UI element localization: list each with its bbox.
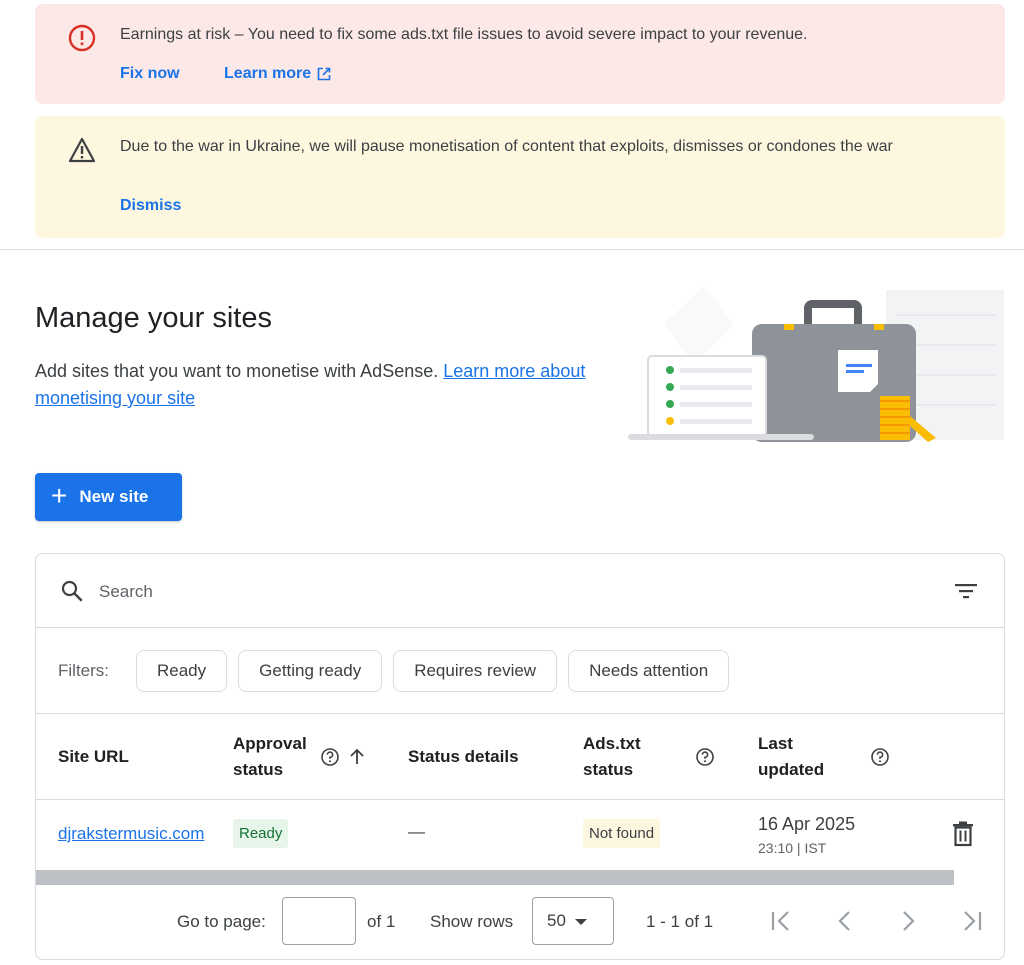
earnings-alert-banner: Earnings at risk – You need to fix some … — [35, 4, 1005, 104]
last-updated-date: 16 Apr 2025 — [758, 814, 856, 834]
site-url-link[interactable]: djrakstermusic.com — [58, 824, 213, 844]
search-input[interactable] — [99, 578, 799, 606]
filters-row: Filters: Ready Getting ready Requires re… — [36, 628, 1004, 714]
page-count-label: of 1 — [367, 912, 396, 931]
ukraine-warning-banner: Due to the war in Ukraine, we will pause… — [35, 116, 1005, 238]
last-page-icon[interactable] — [960, 909, 984, 933]
search-bar — [36, 554, 1004, 628]
ads-txt-help-icon[interactable] — [695, 747, 715, 767]
fix-now-link[interactable]: Fix now — [120, 65, 180, 83]
search-icon — [61, 580, 83, 602]
filter-chip-requires-review[interactable]: Requires review — [393, 650, 558, 692]
filter-chips: Ready Getting ready Requires review Need… — [136, 650, 730, 692]
dropdown-caret-icon — [575, 919, 587, 925]
column-ads-txt-line2: status — [583, 760, 634, 779]
learn-more-label: Learn more — [224, 65, 312, 82]
ads-txt-status-badge: Not found — [583, 819, 661, 848]
last-updated-help-icon[interactable] — [870, 747, 890, 767]
delete-trash-icon[interactable] — [952, 821, 974, 847]
plus-icon: + — [51, 479, 68, 511]
column-ads-txt-line1: Ads.txt — [583, 734, 641, 753]
learn-more-link[interactable]: Learn more — [224, 65, 331, 83]
column-last-updated[interactable]: Last updated — [758, 731, 824, 783]
status-details-value: — — [408, 822, 425, 841]
go-to-page-label: Go to page: — [177, 912, 266, 931]
column-approval-line1: Approval — [233, 734, 307, 753]
table-header: Site URL Approval status Status details … — [36, 714, 1004, 800]
rows-per-page-value: 50 — [547, 911, 566, 930]
sites-table-card: Filters: Ready Getting ready Requires re… — [35, 553, 1005, 960]
dismiss-link[interactable]: Dismiss — [120, 197, 181, 215]
new-site-label: New site — [79, 487, 149, 506]
show-rows-label: Show rows — [430, 912, 514, 931]
filter-chip-getting-ready[interactable]: Getting ready — [238, 650, 383, 692]
page-title: Manage your sites — [35, 302, 272, 334]
approval-status-badge: Ready — [233, 819, 289, 848]
external-link-icon — [317, 67, 331, 81]
column-updated-line2: updated — [758, 760, 825, 779]
column-updated-line1: Last — [758, 734, 793, 753]
page-range-label: 1 - 1 of 1 — [646, 912, 714, 931]
rows-per-page-select[interactable]: 50 — [532, 897, 614, 945]
earnings-alert-message: Earnings at risk – You need to fix some … — [120, 26, 808, 43]
column-status-details: Status details — [408, 747, 519, 766]
first-page-icon[interactable] — [769, 909, 793, 933]
next-page-icon[interactable] — [896, 909, 920, 933]
sort-arrow-up-icon[interactable] — [348, 747, 366, 767]
warning-triangle-icon — [68, 137, 96, 163]
column-approval-status[interactable]: Approval status — [233, 731, 307, 783]
page-description: Add sites that you want to monetise with… — [35, 358, 635, 412]
error-circle-icon — [68, 24, 96, 52]
approval-help-icon[interactable] — [320, 747, 340, 767]
briefcase-illustration — [628, 286, 1004, 442]
new-site-button[interactable]: + New site — [35, 473, 182, 521]
filter-chip-needs-attention[interactable]: Needs attention — [568, 650, 730, 692]
section-divider — [0, 249, 1024, 250]
filters-label: Filters: — [58, 661, 109, 680]
previous-page-icon[interactable] — [833, 909, 857, 933]
page-number-input[interactable] — [282, 897, 356, 945]
pagination-bar: Go to page: of 1 Show rows 50 1 - 1 of 1 — [36, 885, 1004, 959]
column-site-url[interactable]: Site URL — [58, 744, 129, 770]
filter-list-icon[interactable] — [954, 581, 978, 601]
column-approval-line2: status — [233, 760, 284, 779]
ukraine-warning-message: Due to the war in Ukraine, we will pause… — [120, 138, 893, 155]
horizontal-scrollbar[interactable] — [36, 870, 954, 885]
column-ads-txt-status: Ads.txt status — [583, 731, 641, 783]
page-description-text: Add sites that you want to monetise with… — [35, 361, 439, 381]
filter-chip-ready[interactable]: Ready — [136, 650, 228, 692]
last-updated-time: 23:10 | IST — [758, 840, 827, 856]
